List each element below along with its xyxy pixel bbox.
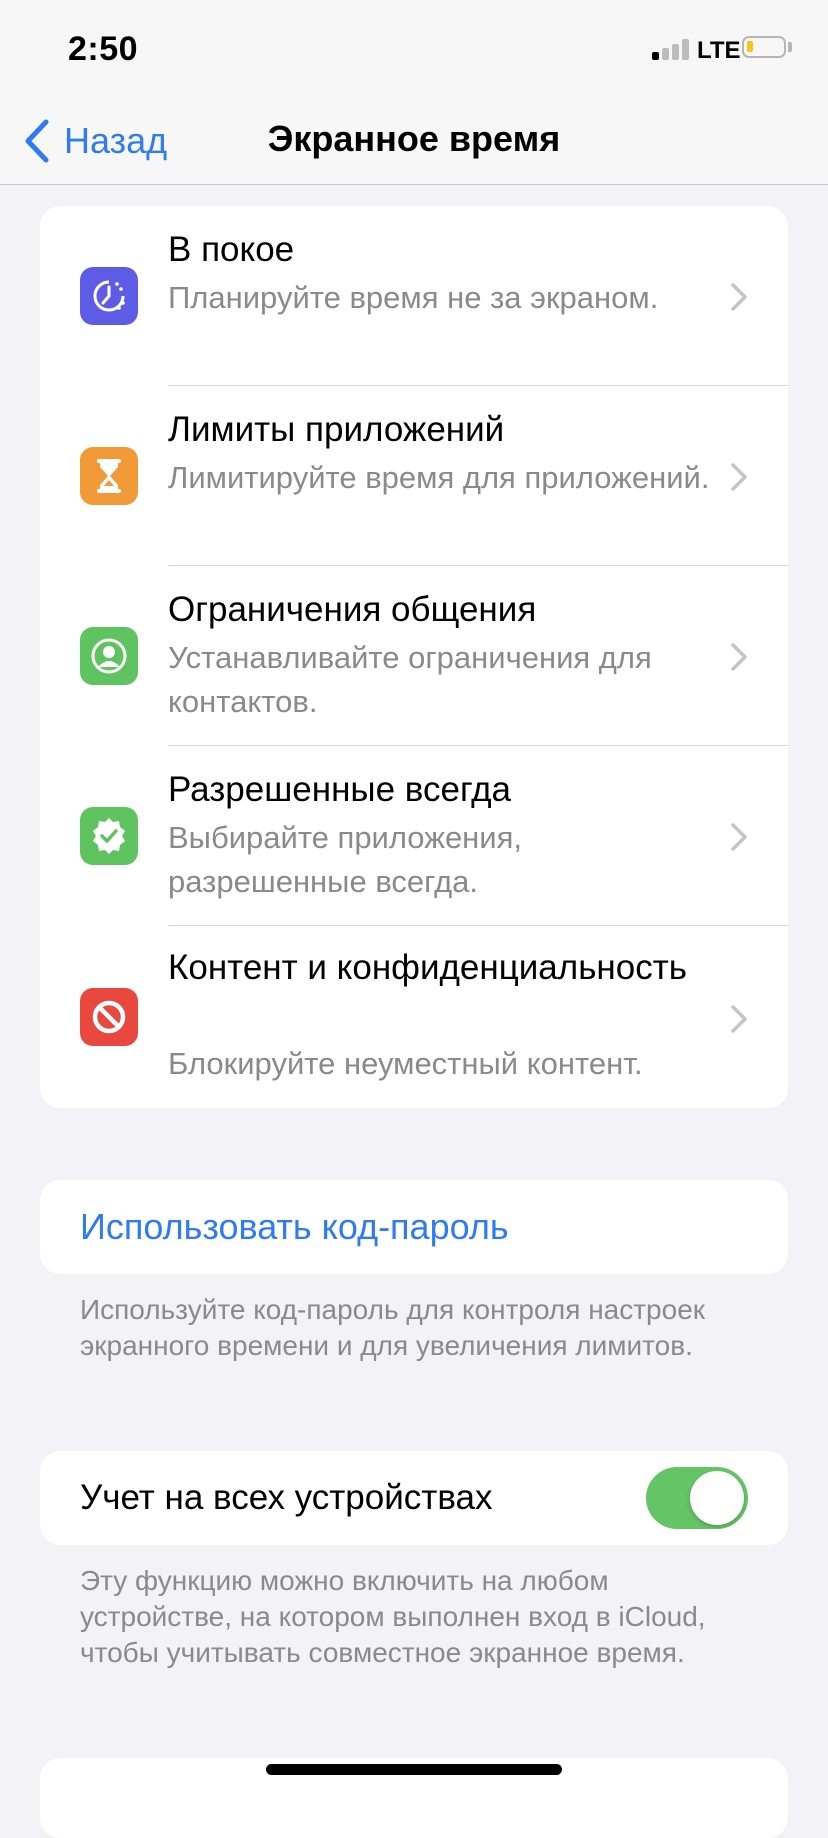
chevron-right-icon: [731, 823, 747, 851]
passcode-card: Использовать код-пароль: [40, 1180, 788, 1274]
checkmark-badge-icon: [80, 807, 138, 865]
share-devices-label: Учет на всех устройствах: [80, 1478, 493, 1517]
downtime-icon: [80, 267, 138, 325]
row-communication-limits[interactable]: Ограничения общения Устанавливайте огран…: [40, 566, 788, 746]
row-app-limits[interactable]: Лимиты приложений Лимитируйте время для …: [40, 386, 788, 566]
navigation-bar: Назад Экранное время: [0, 100, 828, 185]
row-content-privacy[interactable]: Контент и конфиденциальность Блокируйте …: [40, 926, 788, 1108]
home-indicator: [266, 1764, 562, 1775]
chevron-right-icon: [731, 463, 747, 491]
status-bar: 2:50 LTE: [0, 0, 828, 100]
contact-icon: [80, 627, 138, 685]
row-title: Ограничения общения: [168, 590, 537, 629]
settings-card: В покое Планируйте время не за экраном. …: [40, 206, 788, 1108]
row-title: Лимиты приложений: [168, 410, 505, 449]
signal-icon: [652, 38, 692, 60]
row-subtitle: Устанавливайте ограничения для контактов…: [168, 640, 652, 719]
battery-tip: [788, 42, 792, 52]
passcode-footnote: Используйте код-пароль для контроля наст…: [80, 1294, 706, 1361]
status-time: 2:50: [68, 30, 139, 68]
row-title: Разрешенные всегда: [168, 770, 512, 809]
restriction-icon: [80, 988, 138, 1046]
row-subtitle: Планируйте время не за экраном.: [168, 280, 659, 315]
chevron-right-icon: [731, 643, 747, 671]
row-subtitle: Выбирайте приложения, разрешенные всегда…: [168, 820, 523, 899]
row-always-allowed[interactable]: Разрешенные всегда Выбирайте приложения,…: [40, 746, 788, 926]
toggle-knob: [690, 1471, 744, 1525]
row-title: Контент и конфиденциальность: [168, 948, 687, 987]
chevron-right-icon: [731, 1005, 747, 1033]
chevron-right-icon: [731, 283, 747, 311]
share-footnote: Эту функцию можно включить на любом устр…: [80, 1565, 706, 1668]
page-title: Экранное время: [267, 118, 561, 159]
row-title: В покое: [168, 230, 295, 269]
hourglass-icon: [80, 447, 138, 505]
row-downtime[interactable]: В покое Планируйте время не за экраном.: [40, 206, 788, 386]
row-subtitle: Лимитируйте время для приложений.: [168, 460, 710, 495]
share-devices-card: Учет на всех устройствах: [40, 1451, 788, 1545]
row-subtitle: Блокируйте неуместный контент.: [168, 1046, 643, 1081]
network-label: LTE: [697, 37, 741, 64]
use-passcode-button[interactable]: Использовать код-пароль: [80, 1206, 509, 1248]
battery-icon: [742, 36, 786, 58]
share-devices-toggle[interactable]: [646, 1467, 748, 1529]
